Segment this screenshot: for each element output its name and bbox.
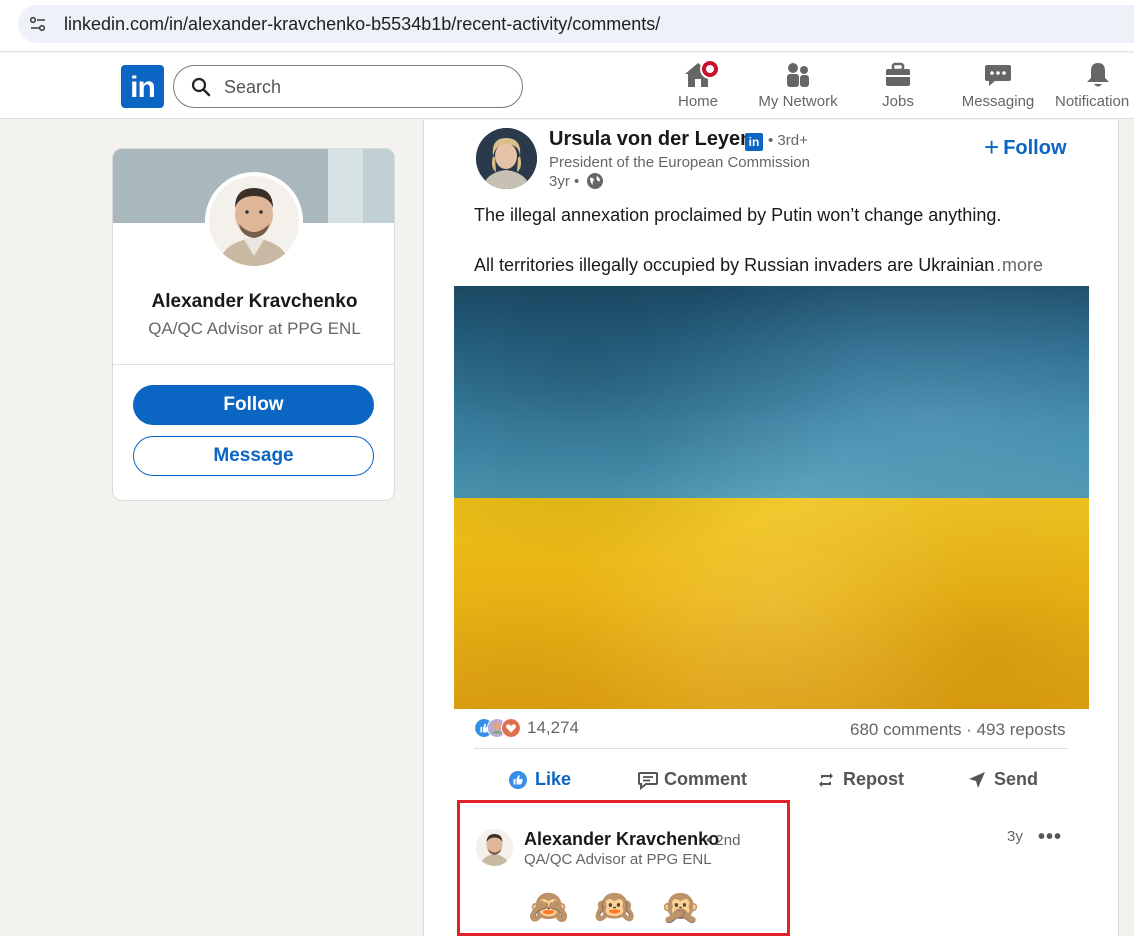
divider	[113, 364, 394, 365]
avatar-image	[209, 176, 299, 266]
profile-avatar[interactable]	[205, 172, 303, 270]
comment-options-menu[interactable]: •••	[1038, 826, 1062, 849]
comment-icon	[638, 772, 658, 790]
comment-label: Comment	[664, 769, 748, 789]
browser-address-bar: linkedin.com/in/alexander-kravchenko-b55…	[0, 0, 1134, 52]
post-follow-label: Follow	[1003, 137, 1067, 159]
nav-messaging-label: Messaging	[961, 93, 1035, 110]
love-reaction-icon	[501, 718, 521, 738]
post-follow-button[interactable]: + Follow	[984, 132, 1067, 163]
nav-jobs[interactable]: Jobs	[870, 61, 926, 113]
notification-badge	[700, 59, 720, 79]
reaction-count: 14,274	[527, 718, 579, 737]
globe-icon	[587, 173, 603, 189]
nav-jobs-label: Jobs	[882, 93, 914, 110]
nav-my-network-label: My Network	[758, 93, 838, 110]
comment-button[interactable]: Comment	[637, 768, 757, 794]
send-label: Send	[994, 769, 1039, 789]
see-more-link[interactable]: …more	[984, 255, 1043, 276]
flag-texture	[454, 286, 1089, 709]
repost-button[interactable]: Repost	[816, 768, 916, 794]
post-text-line1: The illegal annexation proclaimed by Put…	[474, 205, 1002, 225]
cover-stripe	[363, 149, 394, 223]
repost-label: Repost	[843, 769, 905, 789]
network-icon	[787, 63, 809, 87]
linkedin-premium-icon: in	[745, 133, 763, 151]
speak-no-evil-monkey-emoji: 🙊	[660, 888, 702, 925]
commenter-degree: • 2nd	[706, 832, 741, 849]
linkedin-logo[interactable]: in	[121, 65, 164, 108]
messaging-icon	[985, 65, 1011, 86]
post-timestamp: 3yr •	[549, 173, 580, 190]
post-author-name[interactable]: Ursula von der Leyen	[549, 128, 752, 151]
thumbs-up-icon	[509, 771, 527, 789]
commenter-avatar[interactable]	[476, 829, 513, 866]
profile-headline: QA/QC Advisor at PPG ENL	[148, 319, 361, 338]
comment-text: 🙈 🙉 🙊	[528, 886, 708, 928]
profile-card: Alexander Kravchenko QA/QC Advisor at PP…	[112, 148, 395, 501]
nav-messaging[interactable]: Messaging	[958, 61, 1038, 113]
send-button[interactable]: Send	[967, 768, 1047, 794]
site-settings-icon[interactable]	[28, 14, 48, 34]
nav-home[interactable]: Home	[672, 59, 724, 113]
nav-notifications-label: Notification	[1055, 93, 1130, 110]
search-input[interactable]	[224, 76, 504, 98]
follow-button[interactable]: Follow	[133, 385, 374, 425]
connection-degree: • 3rd+	[768, 132, 808, 149]
briefcase-icon	[886, 62, 910, 86]
post-stats[interactable]: 680 comments · 493 reposts	[850, 720, 1065, 740]
commenter-headline: QA/QC Advisor at PPG ENL	[524, 851, 712, 868]
hear-no-evil-monkey-emoji: 🙉	[594, 888, 636, 925]
bell-icon	[1087, 63, 1109, 87]
reactions-summary[interactable]: 14,274	[474, 718, 594, 740]
see-no-evil-monkey-emoji: 🙈	[528, 888, 570, 925]
divider	[474, 748, 1068, 749]
message-button[interactable]: Message	[133, 436, 374, 476]
like-button[interactable]: Like	[508, 768, 578, 794]
nav-my-network[interactable]: My Network	[752, 61, 844, 113]
post-text-line2: All territories illegally occupied by Ru…	[474, 255, 995, 275]
search-box[interactable]	[173, 65, 523, 108]
comment-timestamp: 3y	[1007, 828, 1023, 845]
repost-icon	[819, 773, 833, 787]
post-author-avatar[interactable]	[476, 128, 537, 189]
plus-icon: +	[984, 132, 1000, 162]
author-avatar-image	[476, 128, 537, 189]
url-field[interactable]: linkedin.com/in/alexander-kravchenko-b55…	[18, 5, 1134, 43]
url-text: linkedin.com/in/alexander-kravchenko-b55…	[64, 14, 661, 34]
commenter-name[interactable]: Alexander Kravchenko	[524, 829, 719, 850]
post-image-ukrainian-flag[interactable]	[454, 286, 1089, 709]
search-icon	[191, 77, 211, 97]
profile-name[interactable]: Alexander Kravchenko	[113, 291, 394, 313]
nav-home-label: Home	[677, 93, 718, 110]
commenter-avatar-image	[476, 829, 513, 866]
nav-notifications[interactable]: Notification	[1055, 61, 1134, 113]
post-author-headline: President of the European Commission	[549, 154, 810, 171]
linkedin-header: in Home My Network Jobs	[0, 53, 1134, 119]
send-icon	[969, 772, 985, 788]
like-label: Like	[535, 769, 572, 789]
